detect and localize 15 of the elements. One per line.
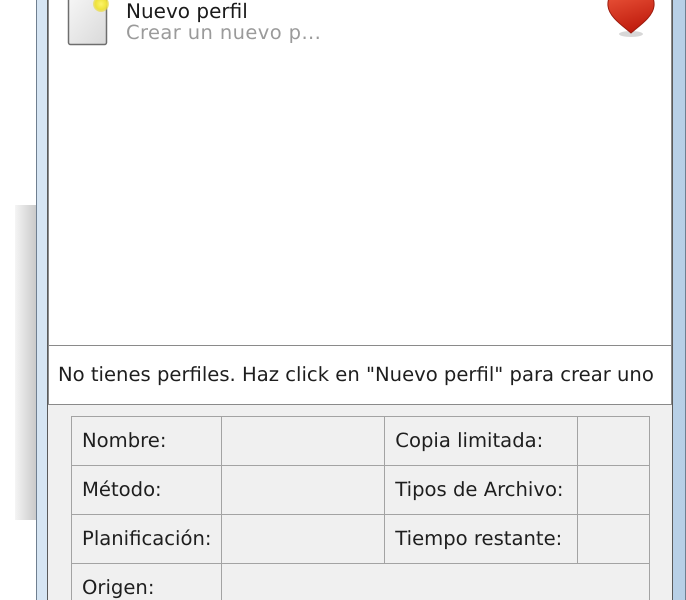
field-value-cell	[578, 514, 650, 563]
document-icon	[67, 0, 111, 46]
field-label: Tipos de Archivo:	[384, 465, 578, 514]
heart-icon	[607, 0, 655, 38]
empty-profiles-message: No tienes perfiles. Haz click en "Nuevo perfil" para crear uno	[58, 362, 654, 388]
field-label: Método:	[72, 465, 222, 514]
field-label: Nombre:	[72, 416, 222, 465]
field-label: Planificación:	[72, 514, 222, 563]
field-value-cell	[578, 465, 650, 514]
field-label: Tiempo restante:	[384, 514, 578, 563]
field-label: Copia limitada:	[384, 416, 578, 465]
field-value-cell	[578, 416, 650, 465]
field-label: Origen:	[72, 563, 222, 600]
profile-title[interactable]: Nuevo perfil	[126, 0, 322, 22]
profile-description: Crear un nuevo p...	[126, 22, 322, 44]
